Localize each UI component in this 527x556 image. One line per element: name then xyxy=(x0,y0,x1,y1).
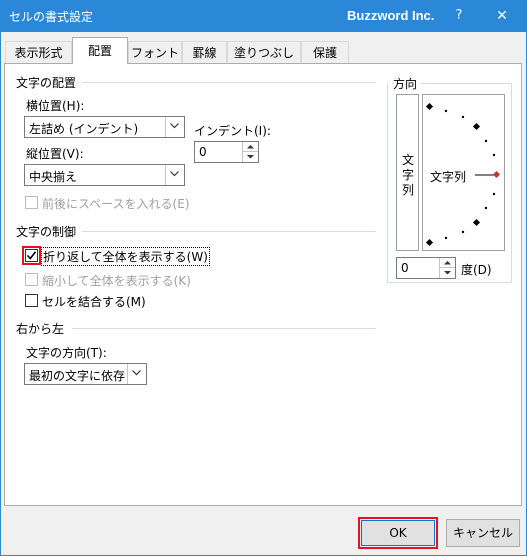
vertical-select[interactable]: 中央揃え xyxy=(24,164,185,186)
dial-text-label: 文字列 xyxy=(430,170,467,184)
vertical-value: 中央揃え xyxy=(29,170,78,184)
chevron-down-icon[interactable] xyxy=(127,364,146,384)
close-button[interactable]: ✕ xyxy=(484,2,520,30)
indent-value: 0 xyxy=(199,145,207,159)
divider xyxy=(82,82,376,83)
cancel-button[interactable]: キャンセル xyxy=(446,519,520,547)
window-title: セルの書式設定 xyxy=(9,10,94,24)
spin-down-icon[interactable] xyxy=(440,268,455,278)
divider xyxy=(82,231,376,232)
vertical-text-button[interactable]: 文字列 xyxy=(396,94,419,251)
horizontal-label: 横位置(H): xyxy=(26,99,85,113)
indent-label: インデント(I): xyxy=(194,124,271,138)
rtl-heading: 右から左 xyxy=(16,322,65,336)
spin-up-icon[interactable] xyxy=(243,142,258,152)
tab-border[interactable]: 罫線 xyxy=(182,41,227,63)
text-direction-label: 文字の方向(T): xyxy=(26,346,107,360)
merge-cells-label: セルを結合する(M) xyxy=(42,295,146,309)
brand-name: Buzzword Inc. xyxy=(347,8,435,23)
tab-font[interactable]: フォント xyxy=(128,41,182,63)
divider xyxy=(72,328,376,329)
check-icon xyxy=(26,251,37,260)
horizontal-value: 左詰め (インデント) xyxy=(29,122,139,136)
spin-buttons[interactable] xyxy=(439,258,455,278)
chevron-down-icon[interactable] xyxy=(165,117,184,137)
shrink-to-fit-checkbox[interactable] xyxy=(25,273,38,286)
justify-distributed-checkbox[interactable] xyxy=(25,196,38,209)
divider xyxy=(420,83,512,84)
spin-up-icon[interactable] xyxy=(440,258,455,268)
tab-alignment[interactable]: 配置 xyxy=(72,37,128,64)
merge-cells-checkbox[interactable] xyxy=(25,294,38,307)
text-direction-value: 最初の文字に依存 xyxy=(29,369,126,383)
indent-spinner[interactable]: 0 xyxy=(194,141,259,163)
chevron-down-icon[interactable] xyxy=(165,165,184,185)
tab-number[interactable]: 表示形式 xyxy=(5,41,72,63)
text-control-heading: 文字の制御 xyxy=(16,225,77,239)
vertical-text-label: 文字列 xyxy=(402,153,415,197)
spin-buttons[interactable] xyxy=(242,142,258,162)
justify-distributed-label: 前後にスペースを入れる(E) xyxy=(42,197,190,211)
help-button[interactable]: ? xyxy=(449,6,469,26)
ok-button[interactable]: OK xyxy=(361,520,435,546)
text-alignment-heading: 文字の配置 xyxy=(16,76,77,90)
vertical-label: 縦位置(V): xyxy=(26,147,84,161)
spin-down-icon[interactable] xyxy=(243,152,258,162)
horizontal-select[interactable]: 左詰め (インデント) xyxy=(24,116,185,138)
text-direction-select[interactable]: 最初の文字に依存 xyxy=(24,363,147,385)
degrees-label: 度(D) xyxy=(461,263,492,277)
tab-fill[interactable]: 塗りつぶし xyxy=(227,41,301,63)
degrees-value: 0 xyxy=(401,261,409,275)
wrap-text-label: 折り返して全体を表示する(W) xyxy=(41,247,210,266)
shrink-to-fit-label: 縮小して全体を表示する(K) xyxy=(42,274,191,288)
orientation-dial[interactable]: 文字列 xyxy=(422,94,505,251)
tab-protection[interactable]: 保護 xyxy=(301,41,349,63)
wrap-text-checkbox[interactable] xyxy=(25,249,38,262)
title-bar: セルの書式設定 Buzzword Inc. ? ✕ xyxy=(0,0,527,32)
degrees-spinner[interactable]: 0 xyxy=(396,257,456,279)
